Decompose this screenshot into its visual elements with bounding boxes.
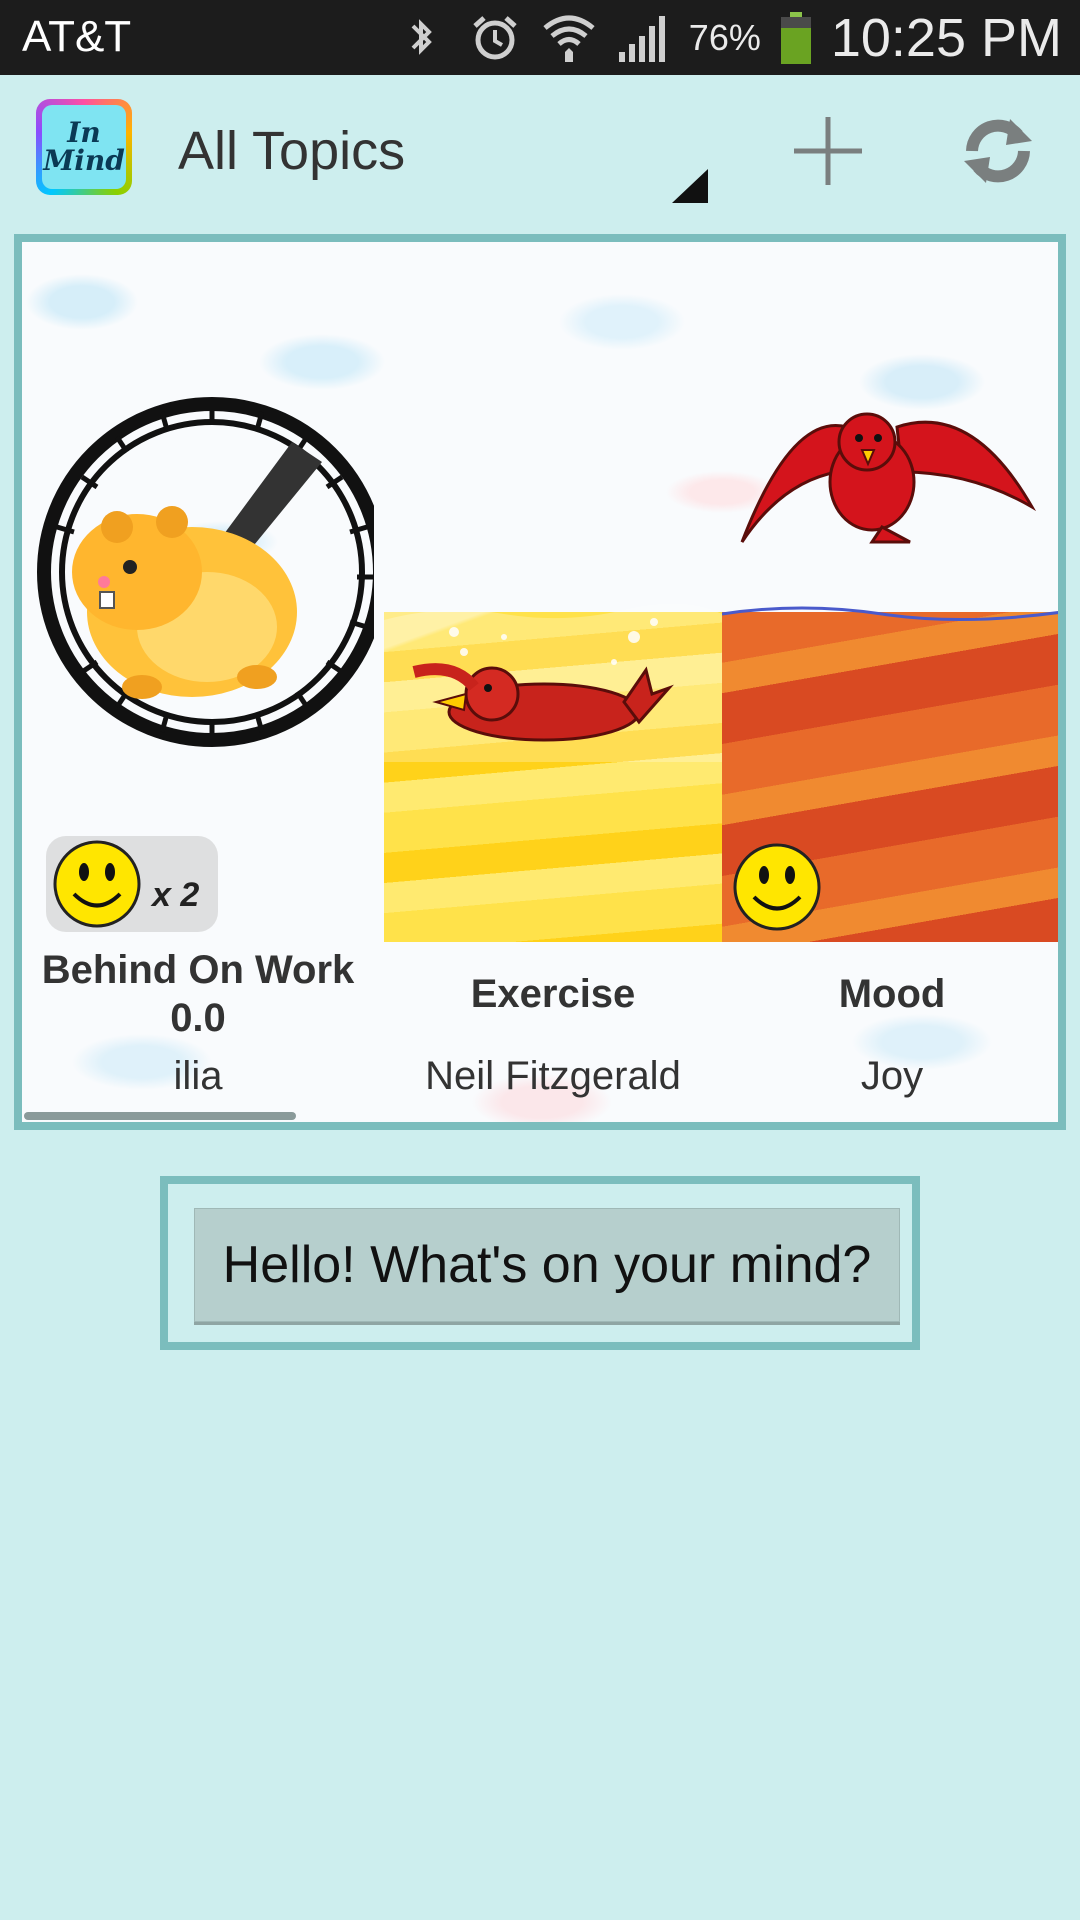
topic-name: Exercise [470, 972, 636, 1016]
topic-card-behind-on-work[interactable]: x 2 Behind On Work 0.0 ilia [22, 242, 374, 1122]
topic-name: Mood [838, 972, 946, 1016]
status-icons: 76% 10:25 PM [393, 6, 1062, 70]
battery-percent: 76% [688, 17, 761, 58]
logo-line-1: In [67, 116, 101, 149]
carrier-label: AT&T [22, 12, 132, 61]
mood-multiplier: x 2 [152, 876, 200, 914]
swimming-bird-image [384, 603, 722, 762]
hamster-wheel-image [37, 397, 374, 747]
topic-name: Behind On Work [41, 948, 355, 992]
clock: 10:25 PM [830, 8, 1062, 68]
app-logo[interactable]: In Mind [36, 99, 132, 195]
alarm-icon [473, 16, 517, 60]
topic-card-mood[interactable]: Mood Joy [722, 242, 1058, 1122]
battery-icon [780, 12, 811, 64]
plus-icon[interactable] [790, 113, 866, 189]
topic-author: ilia [173, 1054, 223, 1098]
topic-score: 0.0 [170, 996, 226, 1040]
topic-author: Neil Fitzgerald [425, 1054, 681, 1098]
status-bar: AT&T 76% 10:25 PM [0, 0, 1080, 75]
smiley-face-icon [53, 840, 141, 928]
topics-carousel[interactable]: x 2 Behind On Work 0.0 ilia Exercise Nei… [14, 234, 1066, 1130]
action-bar: In Mind All Topics [0, 75, 1080, 221]
topic-filter-title[interactable]: All Topics [178, 120, 405, 182]
dropdown-triangle-icon[interactable] [670, 165, 710, 205]
flying-bird-image [722, 412, 1058, 622]
mood-badge: x 2 [46, 836, 218, 932]
topic-author: Joy [860, 1054, 924, 1098]
refresh-icon[interactable] [958, 111, 1038, 191]
app-logo-text: In Mind [42, 105, 126, 189]
horizontal-scrollbar[interactable] [24, 1112, 296, 1120]
signal-icon [618, 16, 665, 62]
wifi-icon [543, 15, 595, 62]
logo-line-2: Mind [43, 144, 125, 177]
prompt-frame: Hello! What's on your mind? [160, 1176, 920, 1350]
whats-on-your-mind-button[interactable]: Hello! What's on your mind? [194, 1208, 900, 1322]
bluetooth-icon [411, 19, 432, 55]
smiley-face-icon [733, 843, 821, 931]
topic-card-exercise[interactable]: Exercise Neil Fitzgerald [384, 242, 722, 1122]
